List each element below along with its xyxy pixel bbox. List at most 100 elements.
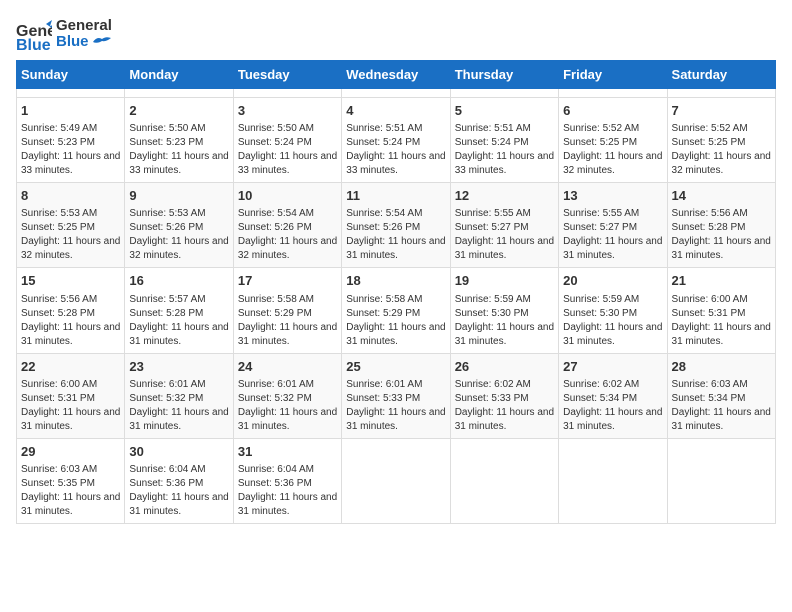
day-cell: 19Sunrise: 5:59 AMSunset: 5:30 PMDayligh… — [450, 268, 558, 353]
sunset-text: Sunset: 5:34 PM — [563, 392, 662, 406]
col-header-wednesday: Wednesday — [342, 61, 450, 89]
week-row-2: 8Sunrise: 5:53 AMSunset: 5:25 PMDaylight… — [17, 183, 776, 268]
day-cell — [233, 89, 341, 98]
logo-icon: General Blue — [16, 16, 52, 52]
daylight-text: Daylight: 11 hours and 31 minutes. — [672, 321, 771, 349]
day-cell: 14Sunrise: 5:56 AMSunset: 5:28 PMDayligh… — [667, 183, 775, 268]
day-number: 7 — [672, 102, 771, 120]
sunrise-text: Sunrise: 6:00 AM — [21, 378, 120, 392]
daylight-text: Daylight: 11 hours and 31 minutes. — [563, 406, 662, 434]
col-header-monday: Monday — [125, 61, 233, 89]
day-number: 11 — [346, 187, 445, 205]
day-cell: 8Sunrise: 5:53 AMSunset: 5:25 PMDaylight… — [17, 183, 125, 268]
sunset-text: Sunset: 5:36 PM — [129, 477, 228, 491]
sunrise-text: Sunrise: 5:54 AM — [346, 207, 445, 221]
day-number: 31 — [238, 443, 337, 461]
sunset-text: Sunset: 5:33 PM — [455, 392, 554, 406]
header-row: SundayMondayTuesdayWednesdayThursdayFrid… — [17, 61, 776, 89]
day-cell: 21Sunrise: 6:00 AMSunset: 5:31 PMDayligh… — [667, 268, 775, 353]
col-header-sunday: Sunday — [17, 61, 125, 89]
sunset-text: Sunset: 5:34 PM — [672, 392, 771, 406]
day-cell: 31Sunrise: 6:04 AMSunset: 5:36 PMDayligh… — [233, 438, 341, 523]
week-row-3: 15Sunrise: 5:56 AMSunset: 5:28 PMDayligh… — [17, 268, 776, 353]
daylight-text: Daylight: 11 hours and 32 minutes. — [672, 150, 771, 178]
daylight-text: Daylight: 11 hours and 31 minutes. — [238, 321, 337, 349]
sunset-text: Sunset: 5:33 PM — [346, 392, 445, 406]
daylight-text: Daylight: 11 hours and 32 minutes. — [21, 235, 120, 263]
sunset-text: Sunset: 5:35 PM — [21, 477, 120, 491]
sunrise-text: Sunrise: 5:50 AM — [238, 122, 337, 136]
daylight-text: Daylight: 11 hours and 33 minutes. — [129, 150, 228, 178]
day-cell: 18Sunrise: 5:58 AMSunset: 5:29 PMDayligh… — [342, 268, 450, 353]
daylight-text: Daylight: 11 hours and 32 minutes. — [563, 150, 662, 178]
day-cell — [667, 438, 775, 523]
day-number: 24 — [238, 358, 337, 376]
day-cell — [17, 89, 125, 98]
daylight-text: Daylight: 11 hours and 31 minutes. — [238, 491, 337, 519]
day-number: 4 — [346, 102, 445, 120]
day-cell: 6Sunrise: 5:52 AMSunset: 5:25 PMDaylight… — [559, 98, 667, 183]
page-header: General Blue General Blue — [16, 16, 776, 52]
day-number: 12 — [455, 187, 554, 205]
calendar-table: SundayMondayTuesdayWednesdayThursdayFrid… — [16, 60, 776, 524]
daylight-text: Daylight: 11 hours and 33 minutes. — [455, 150, 554, 178]
week-row-0 — [17, 89, 776, 98]
sunset-text: Sunset: 5:24 PM — [346, 136, 445, 150]
day-number: 3 — [238, 102, 337, 120]
logo-blue: Blue — [56, 34, 112, 51]
svg-text:Blue: Blue — [16, 37, 51, 52]
daylight-text: Daylight: 11 hours and 32 minutes. — [129, 235, 228, 263]
daylight-text: Daylight: 11 hours and 31 minutes. — [672, 235, 771, 263]
daylight-text: Daylight: 11 hours and 31 minutes. — [563, 235, 662, 263]
sunrise-text: Sunrise: 6:02 AM — [455, 378, 554, 392]
sunset-text: Sunset: 5:25 PM — [563, 136, 662, 150]
sunrise-text: Sunrise: 6:01 AM — [129, 378, 228, 392]
day-number: 20 — [563, 272, 662, 290]
day-number: 27 — [563, 358, 662, 376]
day-cell: 20Sunrise: 5:59 AMSunset: 5:30 PMDayligh… — [559, 268, 667, 353]
day-number: 6 — [563, 102, 662, 120]
sunset-text: Sunset: 5:23 PM — [129, 136, 228, 150]
day-cell: 22Sunrise: 6:00 AMSunset: 5:31 PMDayligh… — [17, 353, 125, 438]
day-cell: 3 Sunrise: 5:50 AMSunset: 5:24 PMDaylight… — [233, 98, 341, 183]
sunset-text: Sunset: 5:29 PM — [346, 307, 445, 321]
day-cell: 17Sunrise: 5:58 AMSunset: 5:29 PMDayligh… — [233, 268, 341, 353]
sunrise-text: Sunrise: 5:58 AM — [346, 293, 445, 307]
sunrise-text: Sunrise: 5:53 AM — [129, 207, 228, 221]
daylight-text: Daylight: 11 hours and 33 minutes. — [346, 150, 445, 178]
day-cell: 2Sunrise: 5:50 AMSunset: 5:23 PMDaylight… — [125, 98, 233, 183]
sunset-text: Sunset: 5:28 PM — [129, 307, 228, 321]
day-cell — [342, 89, 450, 98]
day-cell — [559, 438, 667, 523]
day-number: 5 — [455, 102, 554, 120]
sunrise-text: Sunrise: 5:56 AM — [672, 207, 771, 221]
day-number: 9 — [129, 187, 228, 205]
day-number: 29 — [21, 443, 120, 461]
sunset-text: Sunset: 5:25 PM — [672, 136, 771, 150]
sunset-text: Sunset: 5:26 PM — [238, 221, 337, 235]
day-cell: 9Sunrise: 5:53 AMSunset: 5:26 PMDaylight… — [125, 183, 233, 268]
day-cell — [450, 89, 558, 98]
day-cell: 25Sunrise: 6:01 AMSunset: 5:33 PMDayligh… — [342, 353, 450, 438]
bird-icon — [93, 36, 111, 48]
sunrise-text: Sunrise: 6:03 AM — [672, 378, 771, 392]
day-number: 19 — [455, 272, 554, 290]
day-cell: 16Sunrise: 5:57 AMSunset: 5:28 PMDayligh… — [125, 268, 233, 353]
day-cell: 10Sunrise: 5:54 AMSunset: 5:26 PMDayligh… — [233, 183, 341, 268]
sunset-text: Sunset: 5:28 PM — [672, 221, 771, 235]
sunrise-text: Sunrise: 5:49 AM — [21, 122, 120, 136]
day-number: 2 — [129, 102, 228, 120]
daylight-text: Daylight: 11 hours and 33 minutes. — [238, 150, 337, 178]
day-cell: 28Sunrise: 6:03 AMSunset: 5:34 PMDayligh… — [667, 353, 775, 438]
col-header-friday: Friday — [559, 61, 667, 89]
sunrise-text: Sunrise: 5:55 AM — [455, 207, 554, 221]
day-cell: 7Sunrise: 5:52 AMSunset: 5:25 PMDaylight… — [667, 98, 775, 183]
sunset-text: Sunset: 5:28 PM — [21, 307, 120, 321]
sunrise-text: Sunrise: 6:01 AM — [346, 378, 445, 392]
day-cell — [667, 89, 775, 98]
sunset-text: Sunset: 5:24 PM — [238, 136, 337, 150]
day-number: 23 — [129, 358, 228, 376]
day-number: 17 — [238, 272, 337, 290]
sunrise-text: Sunrise: 5:58 AM — [238, 293, 337, 307]
day-number: 22 — [21, 358, 120, 376]
